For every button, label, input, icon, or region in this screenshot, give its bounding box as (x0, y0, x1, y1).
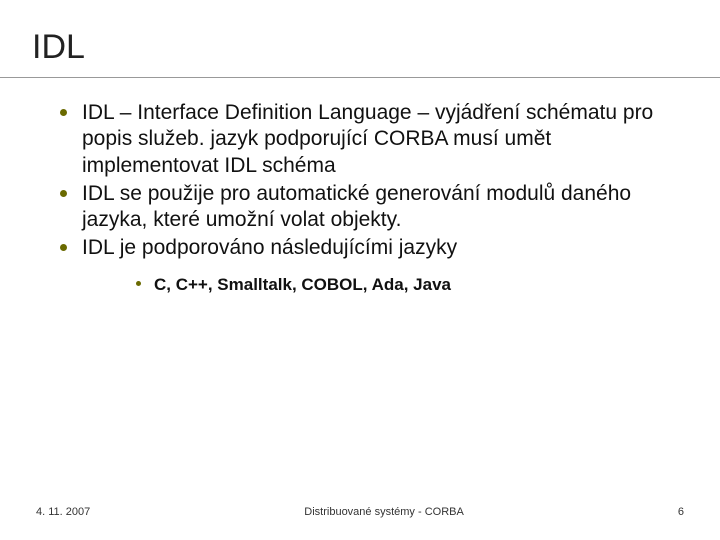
slide-footer: 4. 11. 2007 Distribuované systémy - CORB… (0, 506, 720, 518)
footer-date: 4. 11. 2007 (36, 506, 90, 518)
list-item: C, C++, Smalltalk, COBOL, Ada, Java (132, 274, 688, 295)
main-bullet-list: IDL – Interface Definition Language – vy… (32, 100, 688, 295)
slide-number: 6 (678, 506, 684, 518)
list-item: IDL – Interface Definition Language – vy… (54, 100, 688, 179)
footer-title: Distribuované systémy - CORBA (304, 506, 464, 518)
sub-bullet-list: C, C++, Smalltalk, COBOL, Ada, Java (82, 274, 688, 295)
list-item: IDL se použije pro automatické generován… (54, 181, 688, 234)
list-item-text: IDL je podporováno následujícími jazyky (82, 236, 457, 259)
list-item: IDL je podporováno následujícími jazyky … (54, 235, 688, 295)
title-divider (0, 77, 720, 78)
slide-title: IDL (32, 28, 688, 67)
